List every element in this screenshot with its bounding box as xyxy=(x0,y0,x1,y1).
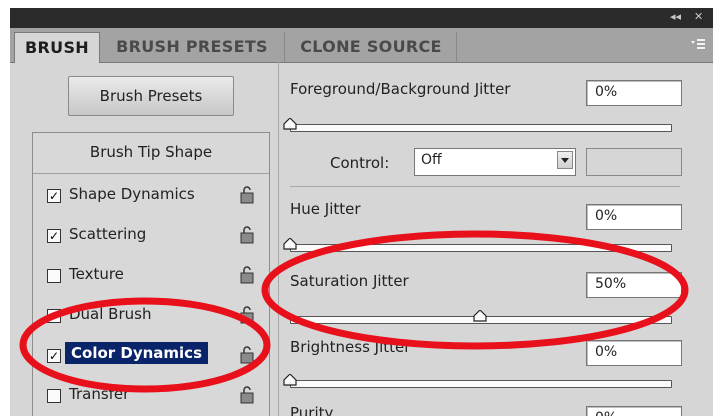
brightness-jitter-label: Brightness Jitter xyxy=(290,338,411,356)
fg-bg-jitter-slider-thumb[interactable] xyxy=(283,118,297,130)
saturation-jitter-slider-thumb[interactable] xyxy=(473,310,487,322)
saturation-jitter-field[interactable]: 50% xyxy=(586,272,682,298)
chevron-down-icon[interactable] xyxy=(557,151,573,169)
lock-icon[interactable] xyxy=(239,265,255,285)
brightness-jitter-slider-thumb[interactable] xyxy=(283,374,297,386)
lock-icon[interactable] xyxy=(239,305,255,325)
list-item-label: Shape Dynamics xyxy=(69,185,195,203)
tab-brush[interactable]: BRUSH xyxy=(14,32,100,63)
control-label: Control: xyxy=(330,154,390,172)
tab-bar: BRUSH BRUSH PRESETS CLONE SOURCE xyxy=(10,28,713,63)
lock-icon[interactable] xyxy=(239,385,255,405)
brightness-jitter-slider[interactable] xyxy=(290,380,672,388)
scattering-checkbox[interactable]: ✓ xyxy=(47,229,61,243)
screenshot-frame: ◂◂ ✕ BRUSH BRUSH PRESETS CLONE SOURCE Br… xyxy=(0,0,723,416)
lock-icon[interactable] xyxy=(239,225,255,245)
brush-presets-button[interactable]: Brush Presets xyxy=(68,76,234,116)
column-divider xyxy=(278,62,279,416)
list-item-dual-brush[interactable]: Dual Brush xyxy=(33,297,269,335)
list-item-label: Transfer xyxy=(69,385,130,403)
hue-jitter-slider[interactable] xyxy=(290,244,672,252)
brush-panel: ◂◂ ✕ BRUSH BRUSH PRESETS CLONE SOURCE Br… xyxy=(10,8,713,416)
hue-jitter-label: Hue Jitter xyxy=(290,200,361,218)
list-item-label: Scattering xyxy=(69,225,147,243)
purity-label: Purity xyxy=(290,404,334,416)
lock-icon[interactable] xyxy=(239,345,255,365)
color-dynamics-checkbox[interactable]: ✓ xyxy=(47,349,61,363)
panel-menu-icon[interactable] xyxy=(691,38,705,54)
panel-titlebar: ◂◂ ✕ xyxy=(10,8,713,28)
list-item-shape-dynamics[interactable]: ✓ Shape Dynamics xyxy=(33,177,269,215)
tab-brush-presets[interactable]: BRUSH PRESETS xyxy=(100,32,285,62)
fg-bg-jitter-label: Foreground/Background Jitter xyxy=(290,80,511,98)
tab-clone-source[interactable]: CLONE SOURCE xyxy=(286,32,457,62)
collapse-icon[interactable]: ◂◂ xyxy=(670,10,681,23)
brightness-jitter-field[interactable]: 0% xyxy=(586,340,682,366)
close-icon[interactable]: ✕ xyxy=(694,10,703,23)
control-select-value: Off xyxy=(421,152,442,168)
hue-jitter-field[interactable]: 0% xyxy=(586,204,682,230)
control-input-disabled xyxy=(586,148,682,176)
saturation-jitter-label: Saturation Jitter xyxy=(290,272,409,290)
brush-settings-list: Brush Tip Shape ✓ Shape Dynamics ✓ Scatt… xyxy=(32,132,270,416)
fg-bg-jitter-slider[interactable] xyxy=(290,124,672,132)
list-item-transfer[interactable]: Transfer xyxy=(33,377,269,415)
section-divider xyxy=(290,186,680,187)
list-item-label: Dual Brush xyxy=(69,305,152,323)
purity-field[interactable]: 0% xyxy=(586,406,682,416)
list-item-texture[interactable]: Texture xyxy=(33,257,269,295)
texture-checkbox[interactable] xyxy=(47,269,61,283)
hue-jitter-slider-thumb[interactable] xyxy=(283,238,297,250)
shape-dynamics-checkbox[interactable]: ✓ xyxy=(47,189,61,203)
lock-icon[interactable] xyxy=(239,185,255,205)
list-item-scattering[interactable]: ✓ Scattering xyxy=(33,217,269,255)
list-item-label: Color Dynamics xyxy=(65,342,209,364)
dual-brush-checkbox[interactable] xyxy=(47,309,61,323)
brush-tip-shape-item[interactable]: Brush Tip Shape xyxy=(33,143,269,161)
control-select[interactable]: Off xyxy=(414,148,576,176)
list-item-color-dynamics[interactable]: ✓ Color Dynamics xyxy=(33,337,269,375)
list-divider xyxy=(33,173,269,174)
fg-bg-jitter-field[interactable]: 0% xyxy=(586,80,682,106)
list-item-label: Texture xyxy=(69,265,124,283)
transfer-checkbox[interactable] xyxy=(47,389,61,403)
